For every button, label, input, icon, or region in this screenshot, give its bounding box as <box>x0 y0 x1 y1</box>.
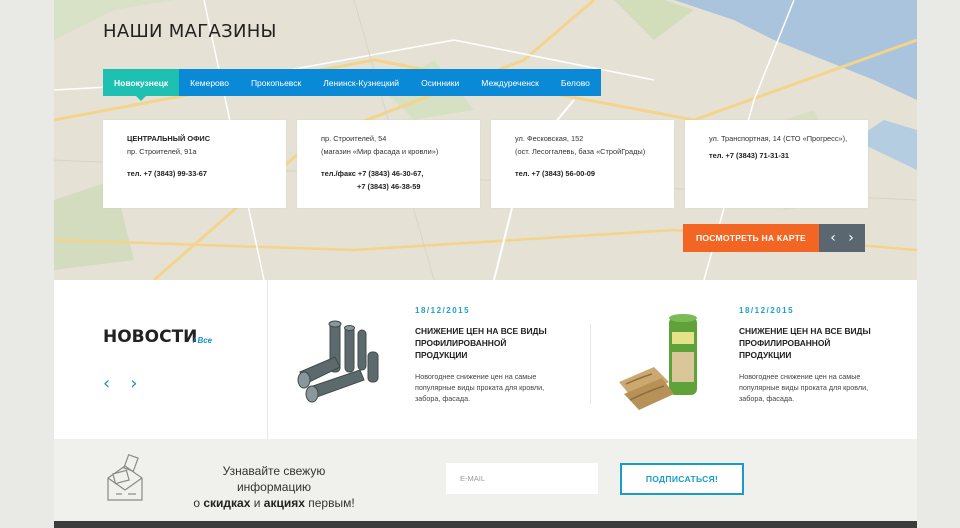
news-headline[interactable]: СНИЖЕНИЕ ЦЕН НА ВСЕ ВИДЫ ПРОФИЛИРОВАННОЙ… <box>739 325 874 361</box>
store-card: ул. Фесковская, 152 (ост. Лесоггалевь, б… <box>491 120 674 208</box>
tab-prokopyevsk[interactable]: Прокопьевск <box>240 69 312 96</box>
news-section: НОВОСТИ / Все ‹ › 18/12/2015 СНИЖЕНИЕ ЦЕ… <box>54 280 917 439</box>
subscribe-line-1: Узнавайте свежую информацию <box>222 464 326 494</box>
news-headline[interactable]: СНИЖЕНИЕ ЦЕН НА ВСЕ ВИДЫ ПРОФИЛИРОВАННОЙ… <box>415 325 550 361</box>
store-card: ЦЕНТРАЛЬНЫЙ ОФИС пр. Строителей, 91а тел… <box>103 120 286 208</box>
news-header: НОВОСТИ / Все ‹ › <box>54 280 268 439</box>
news-pager: ‹ › <box>103 373 137 394</box>
news-divider <box>590 324 591 404</box>
news-title: НОВОСТИ <box>103 327 198 347</box>
store-address: ул. Фесковская, 152 <box>515 134 584 143</box>
subscribe-text: Узнавайте свежую информацию о скидках и … <box>184 463 364 511</box>
tab-leninsk-kuznetsky[interactable]: Ленинск-Кузнецкий <box>312 69 410 96</box>
store-cards: ЦЕНТРАЛЬНЫЙ ОФИС пр. Строителей, 91а тел… <box>103 120 868 208</box>
stores-map-section: НАШИ МАГАЗИНЫ Новокузнецк Кемерово Проко… <box>54 0 917 280</box>
news-next-icon[interactable]: › <box>130 373 137 394</box>
store-address-note: (магазин «Мир фасада и кровли») <box>321 147 439 156</box>
news-date: 18/12/2015 <box>415 306 471 315</box>
tab-osinniki[interactable]: Осинники <box>410 69 470 96</box>
view-on-map-button[interactable]: ПОСМОТРЕТЬ НА КАРТЕ <box>683 224 819 252</box>
store-address-note: (ост. Лесоггалевь, база «СтройГрады) <box>515 147 646 156</box>
insulation-image <box>619 314 697 410</box>
store-phone: тел. +7 (3843) 99-33-67 <box>127 169 208 178</box>
news-item[interactable]: 18/12/2015 СНИЖЕНИЕ ЦЕН НА ВСЕ ВИДЫ ПРОФ… <box>592 280 902 439</box>
subscribe-line-2: о скидках и акциях первым! <box>193 496 355 510</box>
tab-kemerovo[interactable]: Кемерово <box>179 69 240 96</box>
news-text: Новогоднее снижение цен на самые популяр… <box>415 372 545 403</box>
store-address: пр. Строителей, 91а <box>127 147 197 156</box>
stores-title: НАШИ МАГАЗИНЫ <box>103 21 277 42</box>
store-phone: тел. +7 (3843) 71-31-31 <box>709 151 790 160</box>
stores-prev-icon[interactable]: ‹ <box>830 224 836 252</box>
subscribe-button[interactable]: ПОДПИСАТЬСЯ! <box>620 463 744 495</box>
store-phone-2: +7 (3843) 46-38-59 <box>357 182 421 191</box>
store-phone: тел. +7 (3843) 56-00-09 <box>515 169 596 178</box>
subscribe-section: Узнавайте свежую информацию о скидках и … <box>54 439 917 521</box>
email-field[interactable] <box>446 463 598 494</box>
tab-novokuznetsk[interactable]: Новокузнецк <box>103 69 180 101</box>
news-text: Новогоднее снижение цен на самые популяр… <box>739 372 869 403</box>
footer-bar <box>54 521 917 528</box>
news-date: 18/12/2015 <box>739 306 795 315</box>
store-phone: тел./факс +7 (3843) 46-30-67, <box>321 169 424 178</box>
news-all-link[interactable]: / Все <box>193 336 212 345</box>
page: НАШИ МАГАЗИНЫ Новокузнецк Кемерово Проко… <box>54 0 917 528</box>
tab-mezhdurechensk[interactable]: Междуреченск <box>470 69 550 96</box>
newsletter-icon <box>107 453 143 501</box>
stores-pager: ‹ › <box>819 224 865 252</box>
tab-belovo[interactable]: Белово <box>550 69 601 96</box>
store-address: ул. Транспортная, 14 (СТО «Прогресс»), <box>709 134 848 143</box>
news-prev-icon[interactable]: ‹ <box>103 373 110 394</box>
news-item[interactable]: 18/12/2015 СНИЖЕНИЕ ЦЕН НА ВСЕ ВИДЫ ПРОФ… <box>268 280 578 439</box>
city-tabs: Новокузнецк Кемерово Прокопьевск Ленинск… <box>103 69 601 101</box>
stores-next-icon[interactable]: › <box>848 224 854 252</box>
store-name: ЦЕНТРАЛЬНЫЙ ОФИС <box>127 134 211 143</box>
store-address: пр. Строителей, 54 <box>321 134 387 143</box>
pipes-image <box>297 320 379 403</box>
store-card: ул. Транспортная, 14 (СТО «Прогресс»), т… <box>685 120 868 208</box>
store-card: пр. Строителей, 54 (магазин «Мир фасада … <box>297 120 480 208</box>
